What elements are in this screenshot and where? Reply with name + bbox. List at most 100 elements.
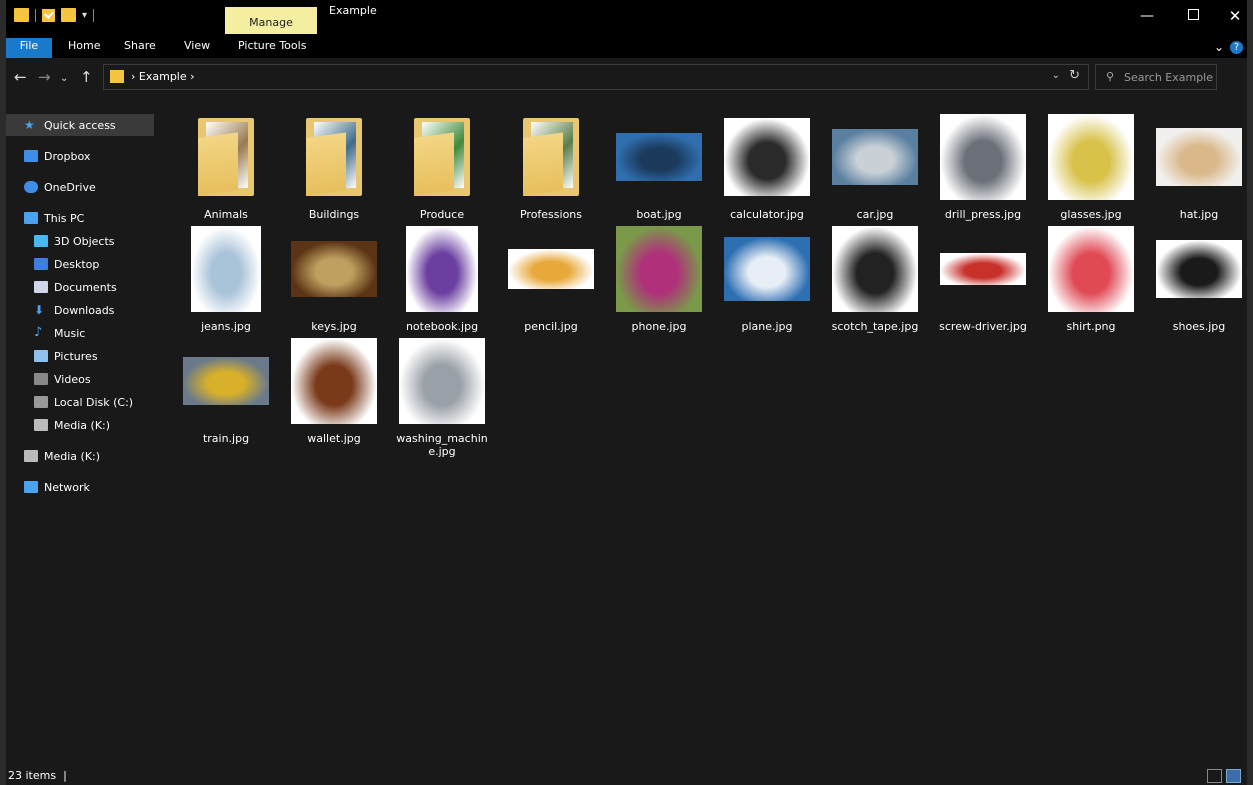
image-thumbnail	[399, 338, 485, 424]
folder-icon	[304, 118, 364, 196]
file-item[interactable]: car.jpg	[827, 104, 923, 221]
item-count-text: 23 items	[8, 769, 57, 782]
image-thumbnail	[832, 226, 918, 312]
image-thumbnail	[616, 133, 702, 181]
folder-item[interactable]: Animals	[178, 104, 274, 221]
sidebar-item-local-disk-c[interactable]: Local Disk (C:)	[6, 391, 154, 413]
file-item[interactable]: shoes.jpg	[1151, 216, 1247, 333]
customize-dropdown-icon[interactable]: ▾	[82, 10, 87, 21]
close-button[interactable]: ✕	[1220, 6, 1250, 26]
minimize-button[interactable]: —	[1132, 6, 1162, 26]
sidebar-item-music[interactable]: ♪ Music	[6, 322, 154, 344]
large-icons-view-icon[interactable]	[1226, 769, 1241, 783]
image-thumbnail	[724, 237, 810, 301]
tab-view[interactable]: View	[184, 38, 210, 58]
thumbnail-area	[178, 336, 274, 426]
refresh-icon[interactable]: ↻	[1069, 68, 1080, 83]
search-icon: ⚲	[1106, 70, 1115, 83]
address-bar[interactable]: › Example › ⌄ ↻	[103, 64, 1089, 90]
properties-icon[interactable]	[42, 8, 55, 22]
image-thumbnail	[1156, 128, 1242, 186]
thumbnail-area	[1043, 112, 1139, 202]
breadcrumb-item[interactable]: Example	[139, 70, 187, 83]
thumbnail-area	[1151, 224, 1247, 314]
sidebar-item-media-k[interactable]: Media (K:)	[6, 414, 154, 436]
file-item[interactable]: wallet.jpg	[286, 328, 382, 445]
folder-icon	[521, 118, 581, 196]
file-name: pencil.jpg	[524, 320, 578, 333]
file-name: screw-driver.jpg	[939, 320, 1027, 333]
sidebar-item-pictures[interactable]: Pictures	[6, 345, 154, 367]
recent-locations-chevron-icon[interactable]: ⌄	[60, 71, 68, 87]
file-item[interactable]: pencil.jpg	[503, 216, 599, 333]
sidebar-item-network[interactable]: Network	[6, 476, 154, 498]
address-history-dropdown-icon[interactable]: ⌄	[1052, 70, 1060, 81]
folder-item[interactable]: Professions	[503, 104, 599, 221]
network-icon	[24, 481, 38, 493]
file-explorer-window: ▾ Manage Example — ✕ File Home Share Vie…	[6, 0, 1247, 785]
sidebar-item-desktop[interactable]: Desktop	[6, 253, 154, 275]
details-view-icon[interactable]	[1207, 769, 1222, 783]
sidebar-item-label: Documents	[54, 280, 117, 294]
usb-drive-icon	[24, 450, 38, 462]
file-item[interactable]: hat.jpg	[1151, 104, 1247, 221]
sidebar-item-media-k[interactable]: Media (K:)	[6, 445, 154, 467]
manage-contextual-tab[interactable]: Manage	[225, 7, 317, 34]
sidebar-item-label: Pictures	[54, 349, 98, 363]
search-input[interactable]	[1122, 68, 1216, 86]
file-item[interactable]: train.jpg	[178, 328, 274, 445]
file-item[interactable]: calculator.jpg	[719, 104, 815, 221]
image-thumbnail	[616, 226, 702, 312]
thumbnail-area	[286, 224, 382, 314]
file-item[interactable]: phone.jpg	[611, 216, 707, 333]
sidebar-item-onedrive[interactable]: OneDrive	[6, 176, 154, 198]
sidebar-item-dropbox[interactable]: Dropbox	[6, 145, 154, 167]
folder-item[interactable]: Buildings	[286, 104, 382, 221]
forward-arrow-icon[interactable]: →	[38, 69, 51, 85]
tab-share[interactable]: Share	[124, 38, 156, 58]
sidebar-item-label: Desktop	[54, 257, 100, 271]
maximize-button[interactable]	[1178, 6, 1208, 26]
file-item[interactable]: glasses.jpg	[1043, 104, 1139, 221]
sidebar-item-downloads[interactable]: ⬇ Downloads	[6, 299, 154, 321]
file-item[interactable]: plane.jpg	[719, 216, 815, 333]
file-item[interactable]: washing_machine.jpg	[394, 328, 490, 458]
folder-icon[interactable]	[14, 8, 29, 22]
file-item[interactable]: scotch_tape.jpg	[827, 216, 923, 333]
tab-home[interactable]: Home	[68, 38, 100, 58]
sidebar-item-label: This PC	[44, 211, 85, 225]
maximize-icon	[1187, 9, 1199, 20]
up-arrow-icon[interactable]: ↑	[80, 69, 93, 85]
file-item[interactable]: jeans.jpg	[178, 216, 274, 333]
divider	[93, 8, 95, 22]
tab-file[interactable]: File	[6, 38, 52, 58]
sidebar-item-videos[interactable]: Videos	[6, 368, 154, 390]
sidebar-item-3d-objects[interactable]: 3D Objects	[6, 230, 154, 252]
ribbon-controls: ⌄ ?	[1214, 38, 1243, 56]
file-item[interactable]: screw-driver.jpg	[935, 216, 1031, 333]
help-icon[interactable]: ?	[1230, 40, 1243, 54]
file-item[interactable]: keys.jpg	[286, 216, 382, 333]
new-folder-icon[interactable]	[61, 8, 76, 22]
file-name: shoes.jpg	[1172, 320, 1226, 333]
file-item[interactable]: notebook.jpg	[394, 216, 490, 333]
sidebar-item-quick-access[interactable]: ★ Quick access	[6, 114, 154, 136]
sidebar-item-documents[interactable]: Documents	[6, 276, 154, 298]
sidebar-item-this-pc[interactable]: This PC	[6, 207, 154, 229]
file-item[interactable]: shirt.png	[1043, 216, 1139, 333]
back-arrow-icon[interactable]: ←	[14, 69, 27, 85]
image-thumbnail	[183, 357, 269, 405]
file-item[interactable]: boat.jpg	[611, 104, 707, 221]
title-bar[interactable]: ▾ Manage Example — ✕	[6, 0, 1247, 38]
expand-ribbon-icon[interactable]: ⌄	[1214, 40, 1224, 54]
image-thumbnail	[1048, 226, 1134, 312]
search-box[interactable]: ⚲	[1095, 64, 1217, 90]
file-item[interactable]: drill_press.jpg	[935, 104, 1031, 221]
breadcrumb[interactable]: › Example ›	[131, 70, 195, 83]
folder-item[interactable]: Produce	[394, 104, 490, 221]
file-view: Animals Buildings Produce Professions boat.j…	[164, 96, 1247, 766]
star-icon: ★	[24, 118, 35, 132]
file-name: plane.jpg	[741, 320, 793, 333]
sidebar-item-label: Videos	[54, 372, 91, 386]
tab-picture-tools[interactable]: Picture Tools	[238, 38, 306, 58]
